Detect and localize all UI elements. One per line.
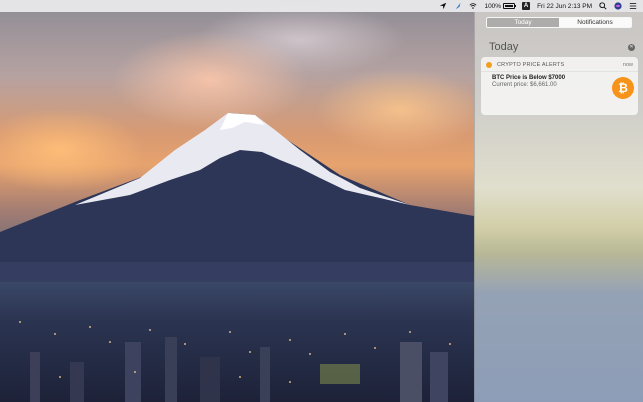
today-header: Today ✕	[489, 40, 635, 54]
battery-icon	[503, 3, 517, 9]
section-title: Today	[489, 41, 519, 53]
menu-bar: 100% A Fri 22 Jun 2:13 PM	[0, 0, 643, 12]
notification-center-tabs: Today Notifications	[486, 17, 632, 28]
battery-status[interactable]: 100%	[484, 0, 517, 12]
notification-card[interactable]: CRYPTO PRICE ALERTS now BTC Price is Bel…	[481, 57, 638, 115]
siri-icon[interactable]	[614, 2, 622, 10]
notification-center-panel: Today Notifications Today ✕ CRYPTO PRICE…	[474, 12, 643, 402]
battery-fill	[505, 5, 514, 7]
notification-time: now	[622, 62, 633, 68]
notification-title: BTC Price is Below $7000	[492, 75, 566, 81]
app-icon	[486, 62, 492, 68]
feather-icon[interactable]	[454, 2, 462, 10]
notification-body: Current price: $6,661.00	[492, 82, 557, 88]
notification-header: CRYPTO PRICE ALERTS now	[486, 60, 633, 70]
wifi-icon[interactable]	[469, 2, 477, 10]
battery-percent: 100%	[484, 2, 502, 10]
clock[interactable]: Fri 22 Jun 2:13 PM	[537, 0, 592, 12]
search-icon[interactable]	[599, 2, 607, 10]
divider	[481, 71, 638, 72]
tab-today[interactable]: Today	[487, 18, 559, 27]
notification-center-icon[interactable]	[629, 2, 637, 10]
close-icon[interactable]: ✕	[628, 43, 635, 51]
input-source-menu[interactable]: A	[522, 0, 531, 12]
tab-notifications[interactable]: Notifications	[559, 18, 631, 27]
input-source-icon: A	[522, 2, 531, 10]
notification-app-name: CRYPTO PRICE ALERTS	[497, 62, 565, 68]
location-arrow-icon[interactable]	[439, 2, 447, 10]
bitcoin-icon: ₿	[612, 77, 634, 99]
